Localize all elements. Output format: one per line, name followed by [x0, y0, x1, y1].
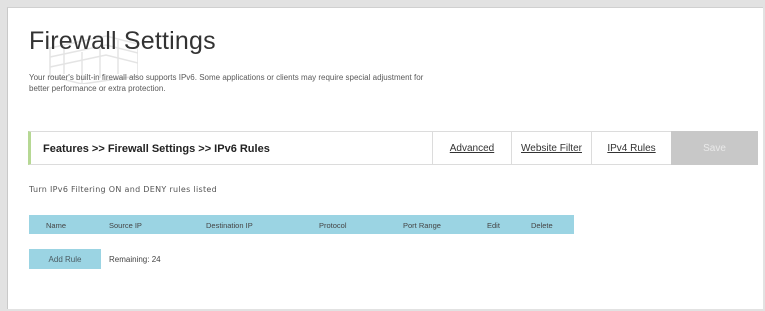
add-rule-button[interactable]: Add Rule — [29, 249, 101, 269]
tab-ipv4-rules[interactable]: IPv4 Rules — [591, 131, 671, 165]
column-destination-ip: Destination IP — [206, 221, 253, 230]
page-description: Your router's built-in firewall also sup… — [29, 73, 424, 93]
column-edit: Edit — [487, 221, 500, 230]
remaining-count: Remaining: 24 — [109, 255, 161, 264]
settings-toolbar: Features >> Firewall Settings >> IPv6 Ru… — [28, 131, 758, 165]
rules-table-header: Name Source IP Destination IP Protocol P… — [29, 215, 574, 234]
main-panel: Firewall Settings Your router's built-in… — [7, 7, 763, 309]
tab-website-filter[interactable]: Website Filter — [511, 131, 591, 165]
column-port-range: Port Range — [403, 221, 441, 230]
ipv6-filter-hint: Turn IPv6 Filtering ON and DENY rules li… — [29, 185, 217, 194]
breadcrumb: Features >> Firewall Settings >> IPv6 Ru… — [43, 143, 270, 155]
save-button[interactable]: Save — [671, 131, 758, 165]
column-name: Name — [46, 221, 67, 230]
tab-advanced[interactable]: Advanced — [432, 131, 511, 165]
column-protocol: Protocol — [319, 221, 347, 230]
page-title: Firewall Settings — [29, 27, 216, 55]
column-source-ip: Source IP — [109, 221, 142, 230]
column-delete: Delete — [531, 221, 553, 230]
